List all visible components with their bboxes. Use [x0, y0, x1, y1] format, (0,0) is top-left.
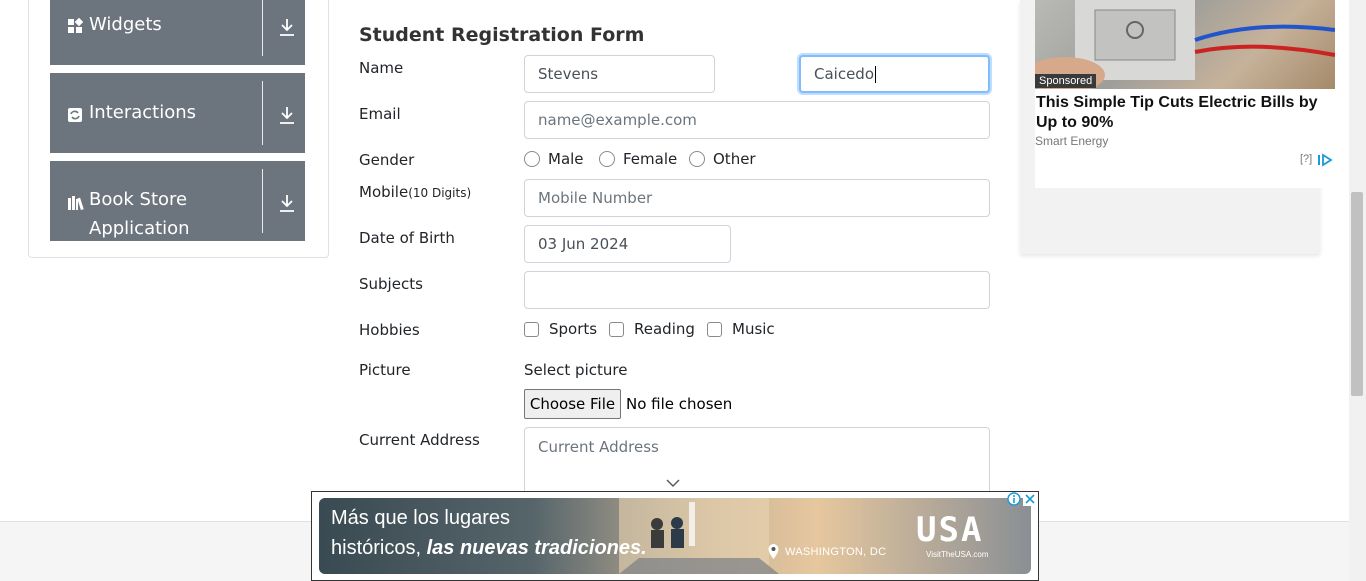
mobile-hint: (10 Digits): [408, 186, 472, 200]
banner-location: WASHINGTON, DC: [785, 546, 887, 558]
ad-source[interactable]: Smart Energy: [1035, 134, 1108, 148]
hobby-checkbox-sports[interactable]: Sports: [524, 320, 597, 338]
radio-button[interactable]: [524, 151, 540, 167]
address-label: Current Address: [359, 431, 480, 449]
banner-line-2-normal: históricos,: [331, 537, 427, 559]
widgets-icon: [68, 18, 83, 33]
sidebar-group-widgets[interactable]: Widgets: [50, 0, 305, 65]
subjects-input[interactable]: [524, 271, 990, 309]
gender-label: Gender: [359, 151, 415, 169]
page-title: Student Registration Form: [359, 24, 645, 46]
divider: [262, 81, 263, 145]
sidebar-group-book-store[interactable]: Book Store Application: [50, 161, 305, 241]
divider: [262, 169, 263, 233]
checkbox-label: Music: [732, 320, 775, 338]
banner-logo: USA: [916, 510, 984, 550]
hobby-checkbox-music[interactable]: Music: [707, 320, 775, 338]
picture-label: Picture: [359, 361, 411, 379]
sidebar-group-label: Book Store: [89, 189, 188, 210]
radio-button[interactable]: [689, 151, 705, 167]
checkbox[interactable]: [609, 321, 624, 337]
location-pin-icon: [768, 544, 779, 559]
sponsored-badge: Sponsored: [1035, 74, 1097, 88]
subjects-label: Subjects: [359, 275, 423, 293]
radio-label: Other: [713, 150, 756, 168]
mobile-label: Mobile(10 Digits): [359, 183, 471, 201]
name-label: Name: [359, 59, 404, 77]
first-name-input[interactable]: Stevens: [524, 55, 715, 93]
download-icon[interactable]: [278, 17, 296, 37]
banner-line-2: históricos, las nuevas tradiciones.: [331, 537, 647, 560]
gender-radio-male[interactable]: Male: [524, 150, 584, 168]
dob-input[interactable]: 03 Jun 2024: [524, 225, 731, 263]
divider: [262, 0, 263, 56]
choose-file-button[interactable]: Choose File: [524, 389, 621, 419]
close-icon[interactable]: [1023, 492, 1037, 506]
sidebar-group-label-line2: Application: [89, 218, 190, 239]
checkbox[interactable]: [524, 321, 539, 337]
select-picture-text: Select picture: [524, 361, 628, 379]
text-cursor: [875, 65, 877, 83]
checkbox[interactable]: [707, 321, 722, 337]
dob-label: Date of Birth: [359, 229, 455, 247]
sidebar-group-label: Interactions: [89, 102, 197, 123]
interactions-icon: [68, 108, 82, 122]
banner-line-2-bold: las nuevas tradiciones.: [426, 537, 647, 559]
scrollbar-thumb[interactable]: [1351, 192, 1363, 396]
chevron-down-icon: [666, 479, 680, 487]
mobile-label-text: Mobile: [359, 183, 409, 201]
checkbox-label: Reading: [634, 320, 695, 338]
adchoices-icon[interactable]: [1317, 153, 1333, 167]
hobby-checkbox-reading[interactable]: Reading: [609, 320, 695, 338]
email-label: Email: [359, 105, 401, 123]
download-icon[interactable]: [278, 193, 296, 213]
book-store-icon: [68, 196, 84, 211]
radio-button[interactable]: [599, 151, 615, 167]
info-icon[interactable]: [1007, 492, 1021, 506]
last-name-value: Caicedo: [814, 65, 875, 83]
gender-radio-female[interactable]: Female: [599, 150, 677, 168]
hobbies-label: Hobbies: [359, 321, 420, 339]
radio-label: Female: [623, 150, 678, 168]
radio-label: Male: [548, 150, 584, 168]
sidebar-group-interactions[interactable]: Interactions: [50, 73, 305, 153]
banner-line-1: Más que los lugares: [331, 507, 510, 529]
gender-radio-other[interactable]: Other: [689, 150, 756, 168]
download-icon[interactable]: [278, 105, 296, 125]
no-file-text: No file chosen: [626, 395, 733, 413]
email-input[interactable]: name@example.com: [524, 101, 990, 139]
sidebar-group-label: Widgets: [89, 14, 162, 35]
checkbox-label: Sports: [549, 320, 598, 338]
banner-logo-url: VisitTheUSA.com: [926, 550, 989, 559]
ad-help-link[interactable]: [?]: [1300, 153, 1312, 165]
mobile-input[interactable]: Mobile Number: [524, 179, 990, 217]
last-name-input[interactable]: Caicedo: [799, 55, 990, 93]
ad-headline[interactable]: This Simple Tip Cuts Electric Bills by U…: [1036, 93, 1331, 133]
